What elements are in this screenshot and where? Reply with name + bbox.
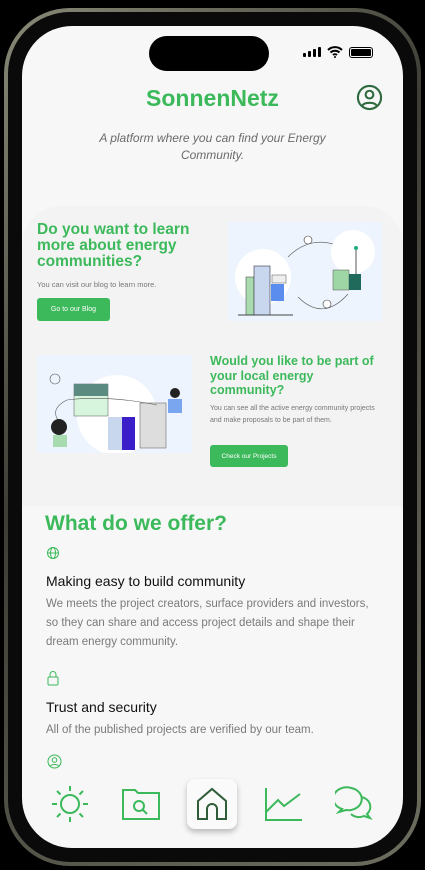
blog-illustration: [228, 222, 382, 321]
offer-title: What do we offer?: [45, 512, 227, 535]
user-circle-icon: [47, 754, 62, 769]
projects-card-title: Would you like to be part of your local …: [210, 354, 374, 397]
feature-text: All of the published projects are verifi…: [46, 724, 314, 736]
blog-card-title: Do you want to learn more about energy c…: [37, 221, 190, 270]
projects-button[interactable]: Check our Projects: [210, 445, 288, 467]
bottom-nav: [22, 774, 403, 834]
blog-card-text: You can visit our blog to learn more.: [37, 280, 157, 289]
app-subtitle: A platform where you can find your Energ…: [99, 131, 326, 162]
battery-icon: [349, 46, 373, 58]
feature-text: We meets the project creators, surface p…: [46, 598, 369, 648]
feature-title: Trust and security: [46, 699, 157, 715]
sun-icon: [51, 786, 88, 822]
dynamic-island: [149, 36, 269, 71]
phone-frame: SonnenNetz A platform where you can find…: [4, 8, 421, 866]
blog-button[interactable]: Go to our Blog: [37, 298, 110, 321]
folder-search-icon: [122, 789, 161, 820]
nav-home[interactable]: [187, 779, 238, 829]
feature-community: Making easy to build community We meets …: [46, 546, 379, 652]
wifi-icon: [327, 46, 343, 58]
profile-icon[interactable]: [356, 84, 383, 111]
signal-icon: [303, 47, 321, 57]
chat-icon: [335, 786, 373, 820]
screen: SonnenNetz A platform where you can find…: [22, 26, 403, 848]
projects-illustration: [37, 355, 192, 453]
app-header: SonnenNetz: [22, 80, 403, 116]
nav-sun[interactable]: [45, 779, 95, 829]
globe-icon: [47, 547, 59, 559]
home-icon: [197, 787, 228, 820]
feature-title: Making easy to build community: [46, 573, 246, 589]
chart-icon: [264, 788, 302, 821]
nav-projects[interactable]: [116, 779, 166, 829]
feature-trust: Trust and security All of the published …: [46, 670, 379, 740]
projects-card-text: You can see all the active energy commun…: [210, 405, 375, 424]
app-logo: SonnenNetz: [146, 85, 279, 111]
nav-chat[interactable]: [330, 779, 380, 829]
nav-statistics[interactable]: [259, 779, 309, 829]
status-bar: [303, 46, 373, 58]
lock-icon: [47, 671, 59, 686]
